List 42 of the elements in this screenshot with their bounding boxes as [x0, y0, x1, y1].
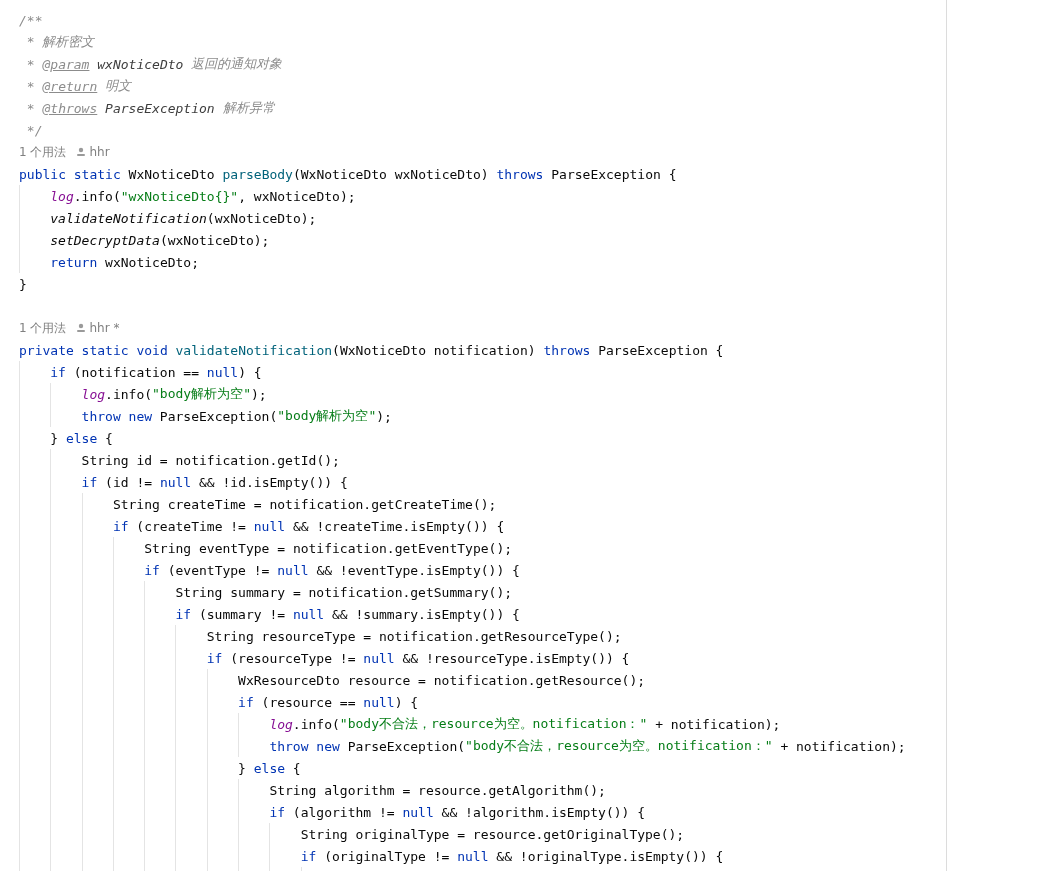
- code-line: } else {: [238, 759, 301, 778]
- code-line: log.info("body解析为空");: [81, 385, 267, 404]
- author-label[interactable]: hhr *: [89, 321, 120, 335]
- code-line: String summary = notification.getSummary();: [175, 583, 513, 602]
- code-line: setDecryptData(wxNoticeDto);: [50, 231, 270, 250]
- code-line: String createTime = notification.getCreateTime();: [112, 495, 497, 514]
- code-line: * 解析密文: [25, 33, 95, 51]
- code-line: throw new ParseException("body解析为空");: [81, 407, 392, 426]
- code-line: /**: [19, 11, 43, 30]
- usages-link[interactable]: 1 个用法: [19, 319, 67, 337]
- code-line: validateNotification(wxNoticeDto);: [50, 209, 317, 228]
- code-line: if (notification == null) {: [50, 363, 262, 382]
- code-line: if (originalType != null && !originalType.isEmpty()) {: [300, 847, 724, 866]
- usages-link[interactable]: 1 个用法: [19, 143, 67, 161]
- code-line: * @throws ParseException 解析异常: [25, 99, 275, 118]
- person-icon: [76, 147, 87, 157]
- code-line: throw new ParseException("body不合法，resource为空。notification：" + notification);: [269, 737, 906, 756]
- author-label[interactable]: hhr: [89, 145, 110, 159]
- code-line: String resourceType = notification.getResourceType();: [206, 627, 622, 646]
- code-line: if (createTime != null && !createTime.isEmpty()) {: [112, 517, 505, 536]
- code-line: * @param wxNoticeDto 返回的通知对象: [25, 55, 283, 74]
- person-icon: [76, 323, 87, 333]
- code-line: log.info("wxNoticeDto{}", wxNoticeDto);: [50, 187, 356, 206]
- code-line: String algorithm = resource.getAlgorithm();: [269, 781, 606, 800]
- code-line: } else {: [50, 429, 113, 448]
- code-line: if (eventType != null && !eventType.isEmpty()) {: [144, 561, 520, 580]
- code-line: String originalType = resource.getOriginalType();: [300, 825, 685, 844]
- code-line: if (resource == null) {: [238, 693, 419, 712]
- code-line: }: [19, 275, 27, 294]
- code-line: if (id != null && !id.isEmpty()) {: [81, 473, 348, 492]
- code-line: */: [25, 121, 43, 140]
- code-line: public static WxNoticeDto parseBody(WxNoticeDto wxNoticeDto) throws ParseException {: [19, 165, 677, 184]
- code-line: String id = notification.getId();: [81, 451, 340, 470]
- code-line: String eventType = notification.getEventType();: [144, 539, 513, 558]
- code-line: if (algorithm != null && !algorithm.isEmpty()) {: [269, 803, 646, 822]
- code-line: * @return 明文: [25, 77, 132, 96]
- code-line: private static void validateNotification(WxNoticeDto notification) throws ParseException {: [19, 341, 724, 360]
- code-line: log.info("body不合法，resource为空。notification：" + notification);: [269, 715, 781, 734]
- code-line: if (resourceType != null && !resourceType.isEmpty()) {: [206, 649, 630, 668]
- code-line: if (summary != null && !summary.isEmpty()) {: [175, 605, 520, 624]
- code-line: return wxNoticeDto;: [50, 253, 199, 272]
- code-line: WxResourceDto resource = notification.getResource();: [238, 671, 646, 690]
